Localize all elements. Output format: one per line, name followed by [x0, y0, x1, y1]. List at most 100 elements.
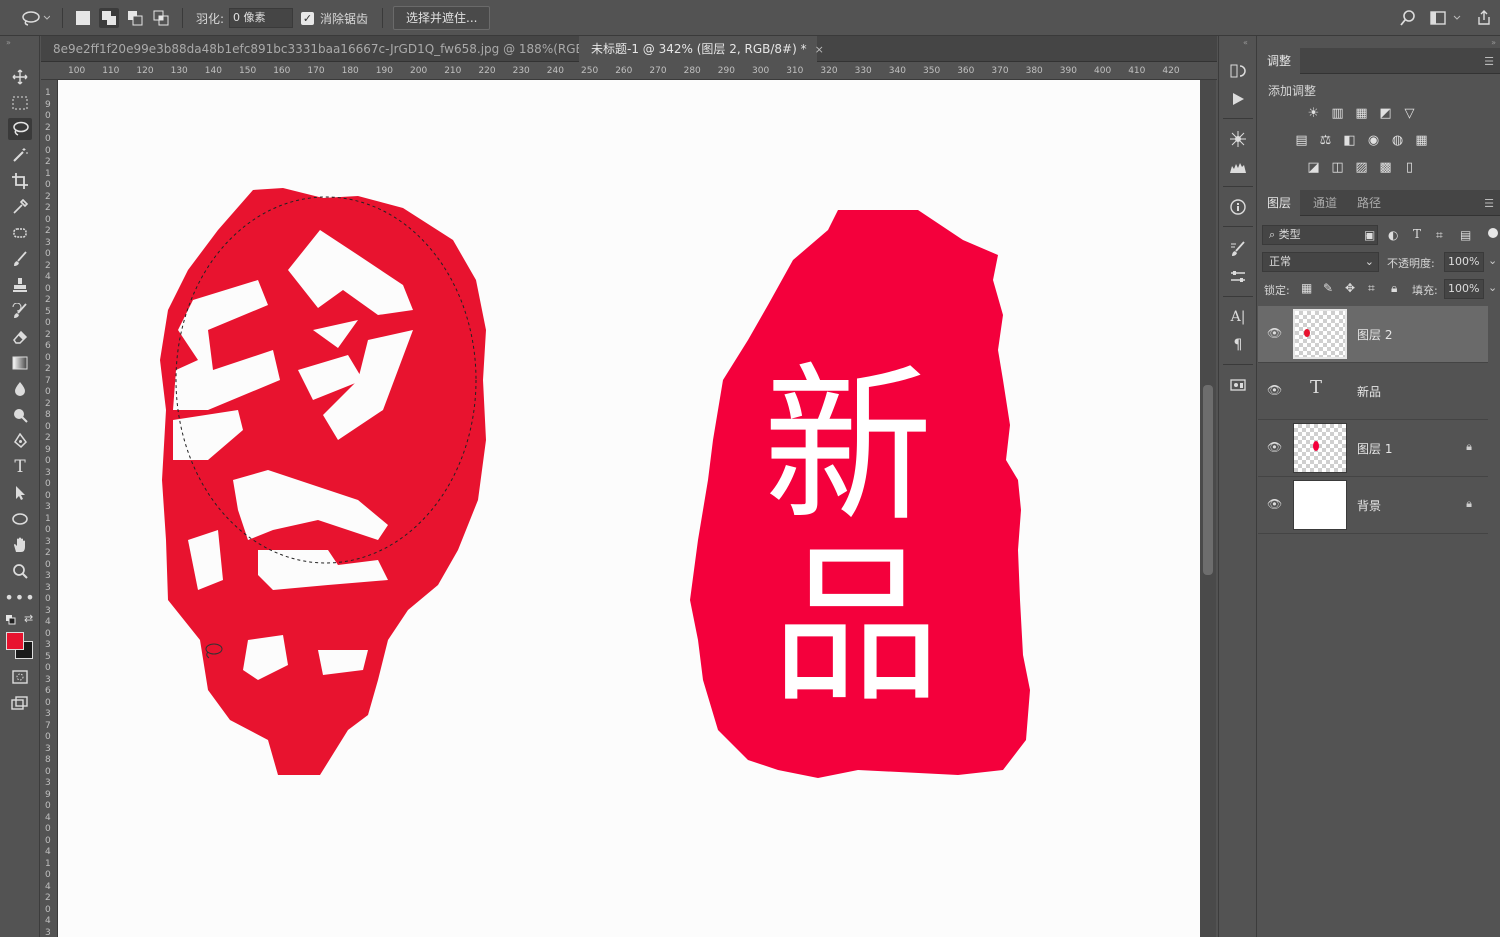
layer-row-background[interactable]: 👁︎ 背景 🔒︎	[1258, 477, 1488, 534]
libraries-panel-button[interactable]	[1227, 374, 1249, 396]
fill-input[interactable]: 100%	[1444, 279, 1484, 299]
quick-mask-button[interactable]	[8, 666, 32, 688]
info-panel-button[interactable]	[1227, 196, 1249, 218]
marquee-tool[interactable]	[8, 92, 32, 114]
paragraph-panel-button[interactable]: ¶	[1227, 334, 1249, 356]
path-selection-tool[interactable]	[8, 482, 32, 504]
photo-filter-icon[interactable]: ◉	[1366, 133, 1381, 148]
lock-position-icon[interactable]: ✥	[1345, 281, 1355, 295]
filter-pixel-icon[interactable]: ▣	[1364, 228, 1375, 242]
brightness-contrast-icon[interactable]: ☀	[1306, 106, 1321, 121]
history-panel-button[interactable]	[1227, 60, 1249, 82]
brush-tool[interactable]	[8, 248, 32, 270]
select-and-mask-button[interactable]: 选择并遮住...	[393, 6, 491, 30]
healing-brush-tool[interactable]	[8, 222, 32, 244]
levels-icon[interactable]: ▥	[1330, 106, 1345, 121]
layer-row-layer2[interactable]: 👁︎ 图层 2	[1258, 306, 1488, 363]
tab-adjustments[interactable]: 调整	[1258, 48, 1301, 74]
default-colors-icon[interactable]	[6, 614, 16, 628]
blend-mode-select[interactable]: 正常 ⌄	[1262, 252, 1379, 272]
screen-mode-button[interactable]	[8, 692, 32, 714]
feather-input[interactable]: 0 像素	[229, 8, 293, 28]
filter-smart-object-icon[interactable]: ▤	[1460, 228, 1471, 242]
foreground-color-swatch[interactable]	[6, 632, 24, 650]
eraser-tool[interactable]	[8, 326, 32, 348]
swap-colors-icon[interactable]: ⇄	[24, 612, 33, 625]
lock-transparent-pixels-icon[interactable]: ▦	[1301, 281, 1312, 295]
black-white-icon[interactable]: ◧	[1342, 133, 1357, 148]
type-tool[interactable]: T	[8, 456, 32, 478]
tab-channels[interactable]: 通道	[1304, 190, 1346, 216]
filter-adjustment-icon[interactable]: ◐	[1388, 228, 1398, 242]
exposure-icon[interactable]: ◩	[1378, 106, 1393, 121]
move-tool[interactable]	[8, 66, 32, 88]
crop-tool[interactable]	[8, 170, 32, 192]
color-balance-icon[interactable]: ⚖	[1318, 133, 1333, 148]
search-button[interactable]	[1400, 0, 1416, 36]
share-button[interactable]	[1476, 0, 1492, 36]
lock-image-pixels-icon[interactable]: ✎	[1323, 281, 1333, 295]
antialias-checkbox[interactable]: ✓	[301, 11, 314, 25]
layer-row-layer1[interactable]: 👁︎ 图层 1 🔒︎	[1258, 420, 1488, 477]
opacity-input[interactable]: 100%	[1444, 252, 1484, 272]
character-panel-button[interactable]: A|	[1227, 306, 1249, 328]
gradient-tool[interactable]	[8, 352, 32, 374]
layer-name[interactable]: 新品	[1357, 383, 1381, 400]
collapse-panels-icon[interactable]: »	[1491, 38, 1496, 47]
layer-name[interactable]: 背景	[1357, 497, 1381, 514]
filter-toggle[interactable]	[1488, 228, 1498, 238]
workspace-switcher[interactable]	[1430, 0, 1464, 36]
threshold-icon[interactable]: ▨	[1354, 160, 1369, 175]
clone-stamp-tool[interactable]	[8, 274, 32, 296]
ellipse-tool[interactable]	[8, 508, 32, 530]
collapse-toolbar-icon[interactable]: »	[6, 38, 11, 47]
invert-icon[interactable]: ◪	[1306, 160, 1321, 175]
curves-icon[interactable]: ▦	[1354, 106, 1369, 121]
zoom-tool[interactable]	[8, 560, 32, 582]
tab-untitled-1[interactable]: 未标题-1 @ 342% (图层 2, RGB/8#) * ×	[579, 36, 824, 62]
fill-dropdown-icon[interactable]: ⌄	[1488, 281, 1497, 294]
add-selection-button[interactable]	[99, 8, 119, 28]
intersect-selection-button[interactable]	[151, 8, 171, 28]
lock-all-icon[interactable]: 🔒︎	[1391, 281, 1397, 296]
gradient-map-icon[interactable]: ▯	[1402, 160, 1417, 175]
history-brush-tool[interactable]	[8, 300, 32, 322]
blur-tool[interactable]	[8, 378, 32, 400]
pen-tool[interactable]	[8, 430, 32, 452]
properties-panel-button[interactable]	[1227, 266, 1249, 288]
canvas[interactable]: 新 品	[58, 80, 1200, 937]
filter-shape-icon[interactable]: ⌗	[1436, 228, 1443, 243]
visibility-eye-icon[interactable]: 👁︎	[1267, 326, 1282, 340]
more-tools[interactable]: •••	[4, 586, 34, 608]
visibility-eye-icon[interactable]: 👁︎	[1267, 383, 1282, 397]
tab-paths[interactable]: 路径	[1348, 190, 1390, 216]
layer-name[interactable]: 图层 1	[1357, 440, 1392, 457]
histogram-button[interactable]	[1227, 156, 1249, 178]
vibrance-icon[interactable]: ▽	[1402, 106, 1417, 121]
brushes-panel-button[interactable]	[1227, 238, 1249, 260]
expand-dock-icon[interactable]: «	[1243, 38, 1248, 47]
eyedropper-tool[interactable]	[8, 196, 32, 218]
posterize-icon[interactable]: ◫	[1330, 160, 1345, 175]
visibility-eye-icon[interactable]: 👁︎	[1267, 440, 1282, 454]
opacity-dropdown-icon[interactable]: ⌄	[1488, 254, 1497, 267]
lasso-preset-picker[interactable]	[20, 0, 50, 36]
hue-saturation-icon[interactable]: ▤	[1294, 133, 1309, 148]
tab-layers[interactable]: 图层	[1258, 190, 1301, 216]
magic-wand-tool[interactable]	[8, 144, 32, 166]
tab-document-jpg[interactable]: 8e9e2ff1f20e99e3b88da48b1efc891bc3331baa…	[41, 36, 627, 62]
filter-type-icon[interactable]: T	[1413, 227, 1421, 241]
lock-artboard-icon[interactable]: ⌗	[1368, 281, 1375, 296]
close-tab-icon[interactable]: ×	[815, 37, 824, 63]
panel-menu-icon[interactable]: ☰	[1484, 197, 1494, 210]
actions-panel-button[interactable]	[1227, 88, 1249, 110]
brush-settings-button[interactable]	[1227, 128, 1249, 150]
layer-row-text[interactable]: 👁︎ T 新品	[1258, 363, 1488, 420]
visibility-eye-icon[interactable]: 👁︎	[1267, 497, 1282, 511]
layer-name[interactable]: 图层 2	[1357, 326, 1392, 343]
subtract-selection-button[interactable]	[125, 8, 145, 28]
lasso-tool[interactable]	[8, 118, 32, 140]
new-selection-button[interactable]	[73, 8, 93, 28]
panel-menu-icon[interactable]: ☰	[1484, 55, 1494, 68]
layer-filter-select[interactable]: ⌕ 类型 ⌄	[1262, 225, 1378, 245]
